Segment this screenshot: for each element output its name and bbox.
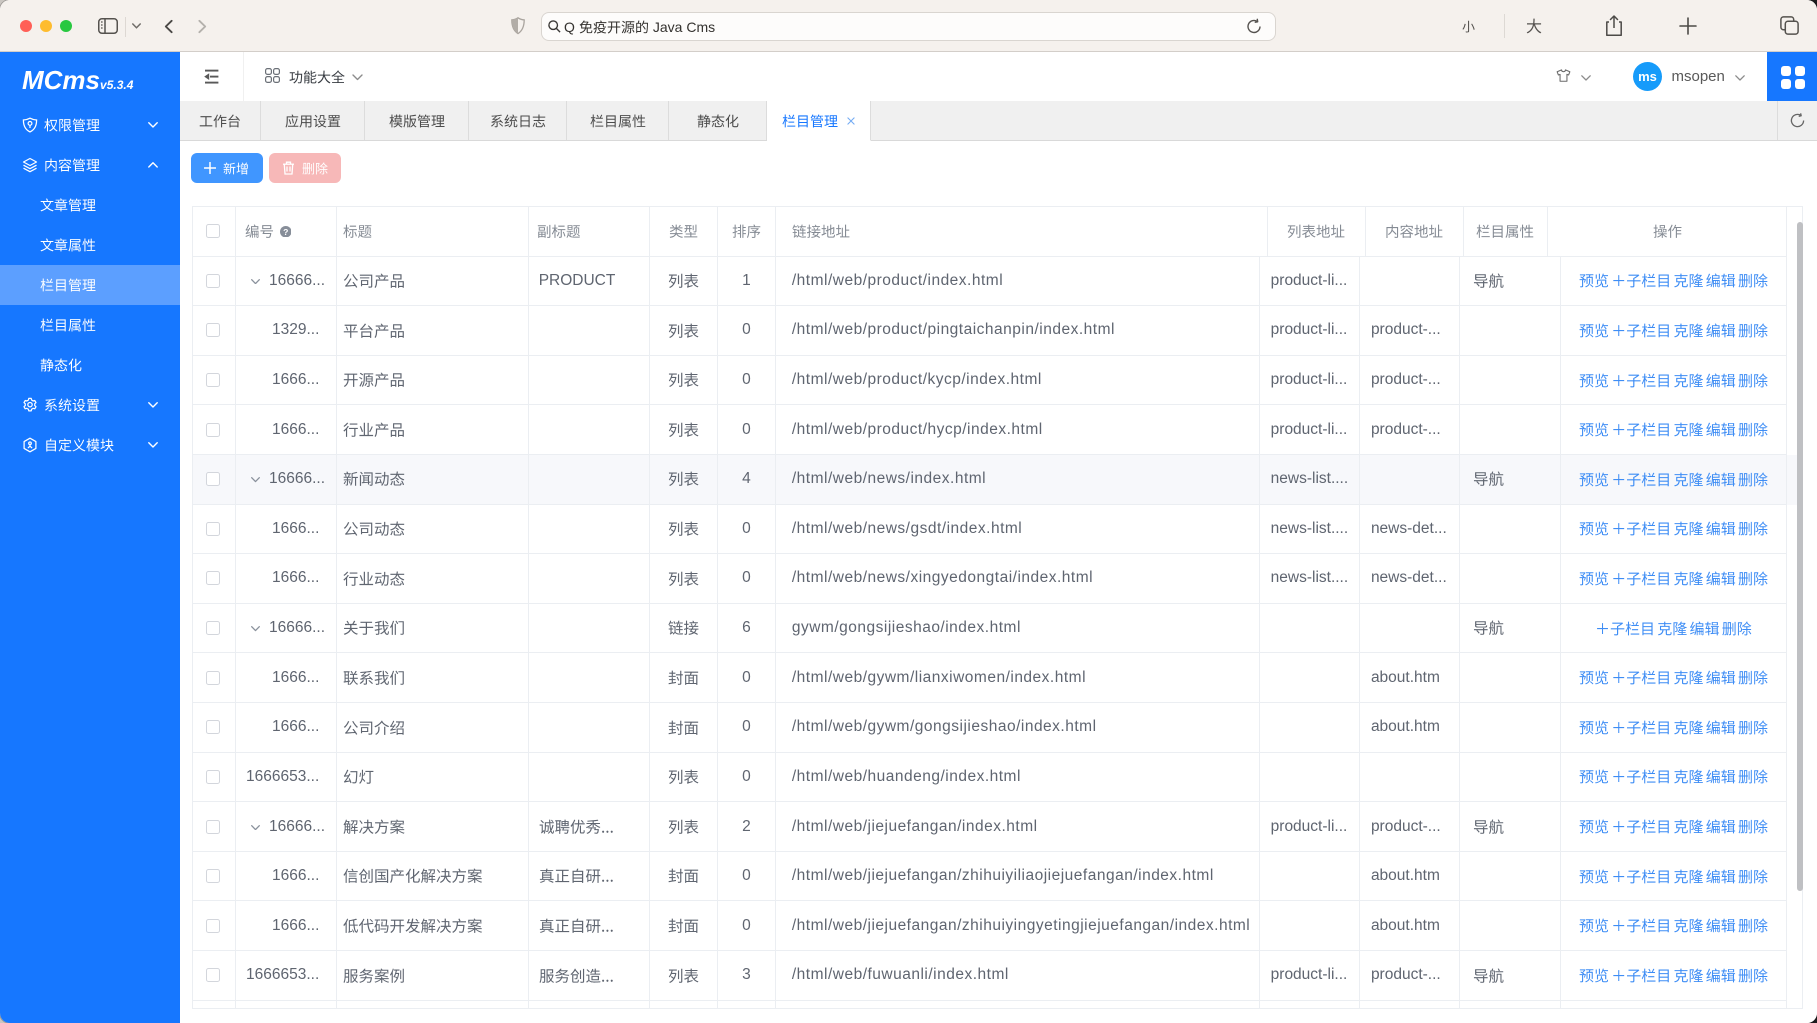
svg-text:?: ? <box>283 226 288 236</box>
